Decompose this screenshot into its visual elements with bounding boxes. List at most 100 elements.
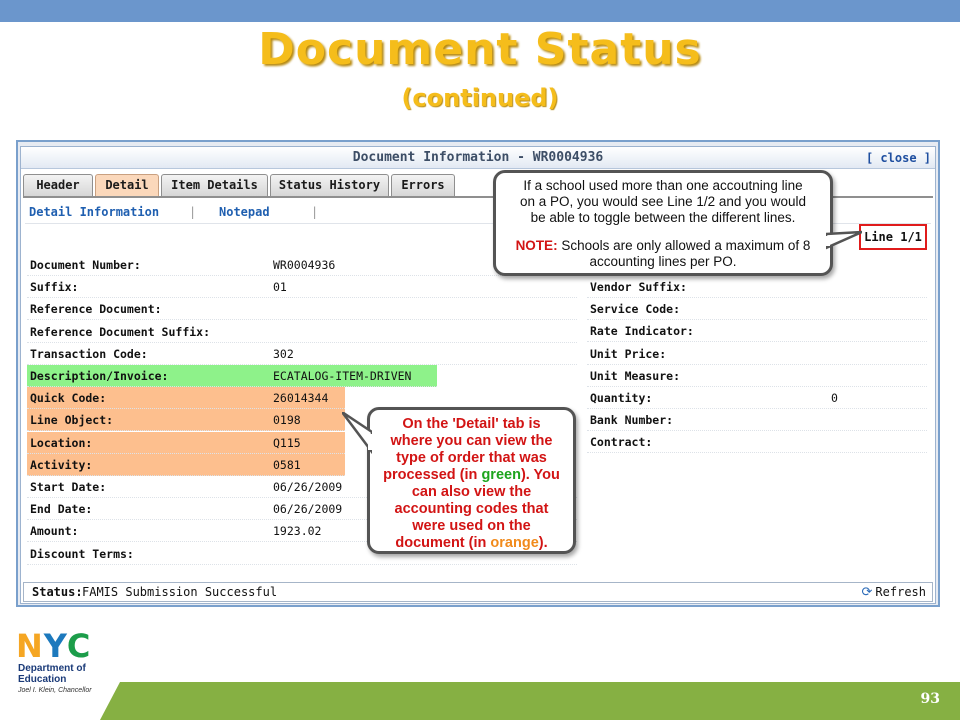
field-label: Bank Number: (590, 413, 674, 428)
tab-detail[interactable]: Detail (95, 174, 159, 196)
callout-orange-word: orange (490, 535, 539, 551)
field-row: Location: Q115 (27, 431, 345, 454)
callout-pointer (826, 230, 862, 250)
tab-status-history[interactable]: Status History (270, 174, 389, 196)
field-label: Unit Measure: (590, 368, 681, 383)
field-label: Transaction Code: (30, 346, 148, 361)
field-value: 01 (273, 280, 287, 295)
nyc-doe-logo: NYC Department of Education Joel I. Klein… (16, 630, 126, 700)
field-value: Q115 (273, 435, 301, 450)
refresh-button[interactable]: ⟳ Refresh (862, 583, 926, 602)
status-bar: Status: FAMIS Submission Successful ⟳ Ref… (23, 582, 933, 602)
field-row: Bank Number: (587, 409, 927, 432)
status-label: Status: (32, 585, 83, 599)
field-value: 0 (831, 391, 838, 405)
callout-text: ). You (520, 467, 560, 483)
callout-green-word: green (481, 467, 521, 483)
field-row: Quantity: 0 (587, 387, 927, 409)
field-row: Unit Measure: (587, 365, 927, 387)
refresh-label: Refresh (875, 585, 926, 599)
tab-errors[interactable]: Errors (391, 174, 455, 196)
window-title: Document Information - WR0004936 (352, 150, 604, 165)
field-row: Rate Indicator: (587, 320, 927, 343)
callout-text: processed (in (383, 467, 482, 483)
close-link[interactable]: [ close ] (866, 147, 931, 169)
subnav-notepad[interactable]: Notepad (219, 205, 270, 219)
field-value: 26014344 (273, 391, 329, 406)
callout-accounting-lines: If a school used more than one accoutnin… (493, 170, 833, 276)
field-label: Location: (30, 435, 93, 450)
field-row: Quick Code: 26014344 (27, 387, 345, 410)
field-label: Suffix: (30, 280, 79, 295)
field-label: Quantity: (590, 391, 653, 405)
field-row: Reference Document Suffix: (27, 321, 577, 343)
field-row: Reference Document: (27, 298, 577, 321)
field-label: Service Code: (590, 302, 681, 317)
field-row: Service Code: (587, 298, 927, 321)
field-row: Transaction Code: 302 (27, 343, 577, 365)
line-indicator[interactable]: Line 1/1 (859, 224, 927, 250)
field-row: Contract: (587, 431, 927, 454)
logo-chancellor: Joel I. Klein, Chancellor (18, 687, 92, 694)
subnav-separator: | (189, 205, 197, 219)
callout-line: on a PO, you would see Line 1/2 and you … (520, 194, 806, 209)
callout-line: type of order that was (396, 450, 547, 466)
field-value: 0581 (273, 457, 301, 472)
field-label: Line Object: (30, 413, 114, 428)
field-value: ECATALOG-ITEM-DRIVEN (273, 369, 412, 383)
field-row: Vendor Suffix: (587, 276, 927, 298)
callout-line: be able to toggle between the different … (530, 210, 796, 225)
logo-letters: NYC (16, 627, 92, 665)
slide-title: Document Status (258, 24, 702, 75)
window-title-bar: Document Information - WR0004936 [ close… (21, 147, 935, 169)
slide-subtitle: (continued) (401, 84, 559, 112)
callout-text: document (in (395, 535, 491, 551)
page-number: 93 (920, 691, 940, 707)
field-label: Reference Document: (30, 302, 162, 317)
field-label: Contract: (590, 435, 653, 450)
callout-note-text: Schools are only allowed a maximum of 8 (557, 238, 811, 253)
field-label: End Date: (30, 502, 93, 517)
field-value: WR0004936 (273, 258, 336, 272)
field-value: 06/26/2009 (273, 480, 343, 494)
tab-header[interactable]: Header (23, 174, 93, 196)
tab-item-details[interactable]: Item Details (161, 174, 268, 196)
field-label: Vendor Suffix: (590, 280, 687, 294)
status-text: FAMIS Submission Successful (82, 585, 278, 599)
field-label: Start Date: (30, 480, 107, 494)
field-value: 0198 (273, 413, 301, 428)
field-label: Unit Price: (590, 346, 667, 361)
subnav-separator: | (311, 205, 319, 219)
field-row: Unit Price: (587, 343, 927, 365)
field-row: Line Object: 0198 (27, 409, 345, 432)
callout-note-label: NOTE: (515, 238, 558, 253)
field-label: Description/Invoice: (30, 369, 169, 383)
callout-note-text-2: accounting lines per PO. (589, 254, 737, 269)
logo-department: Department of Education (18, 663, 86, 685)
field-row: Description/Invoice: ECATALOG-ITEM-DRIVEN (27, 365, 437, 387)
field-label: Rate Indicator: (590, 324, 694, 339)
callout-line: accounting codes that (394, 501, 549, 517)
field-value: 302 (273, 346, 294, 361)
callout-line: If a school used more than one accoutnin… (523, 178, 803, 193)
field-label: Activity: (30, 457, 93, 472)
callout-line: On the 'Detail' tab is (402, 416, 541, 432)
field-label: Document Number: (30, 258, 141, 272)
field-label: Discount Terms: (30, 546, 134, 561)
callout-text: ). (538, 535, 548, 551)
field-row: Suffix: 01 (27, 276, 577, 299)
top-accent-bar (0, 0, 960, 22)
callout-line: where you can view the (390, 433, 553, 449)
field-row: Activity: 0581 (27, 453, 345, 476)
subnav-detail-information[interactable]: Detail Information (29, 205, 159, 219)
field-label: Reference Document Suffix: (30, 324, 211, 339)
callout-line: were used on the (412, 518, 531, 534)
field-value: 1923.02 (273, 524, 322, 539)
refresh-icon: ⟳ (861, 585, 873, 600)
callout-pointer (342, 412, 372, 455)
field-label: Quick Code: (30, 391, 107, 406)
callout-detail-tab: On the 'Detail' tab is where you can vie… (367, 407, 576, 554)
callout-line: can also view the (411, 484, 532, 500)
footer-band (120, 682, 960, 720)
field-label: Amount: (30, 524, 79, 539)
